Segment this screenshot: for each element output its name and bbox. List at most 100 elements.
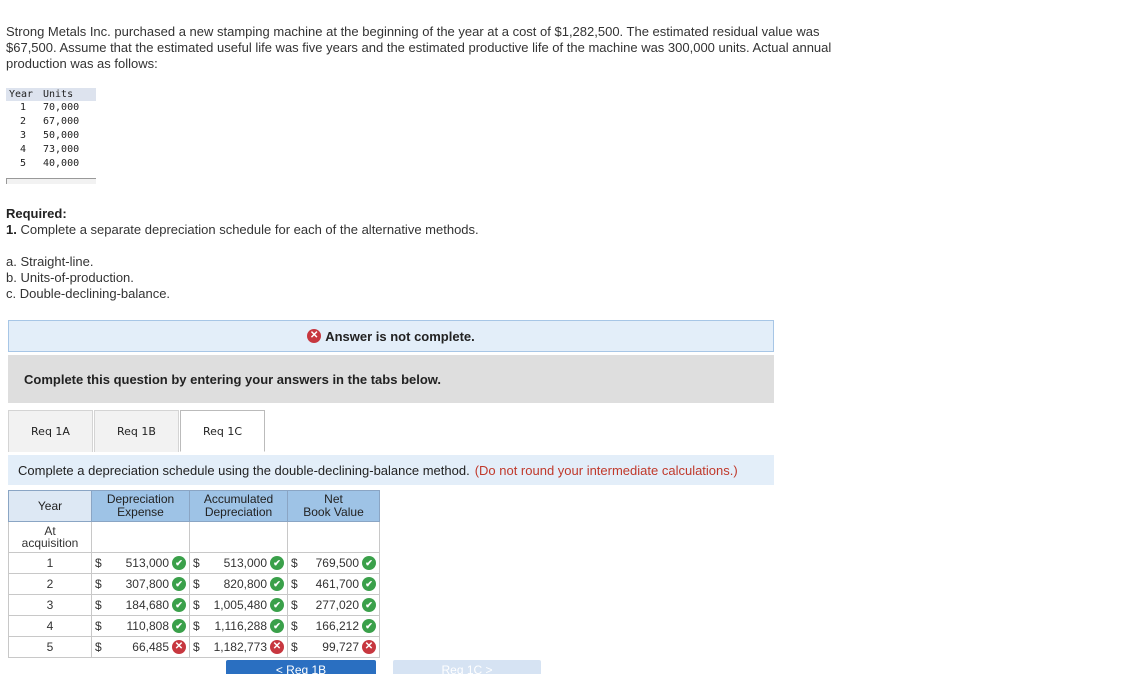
methods-list: a. Straight-line. b. Units-of-production…	[6, 254, 170, 302]
acquisition-label: At acquisition	[8, 521, 92, 553]
schedule-year: 5	[8, 636, 92, 658]
tab-req-1b[interactable]: Req 1B	[94, 410, 179, 452]
accumulated-depreciation-value[interactable]: 820,800	[205, 577, 270, 591]
method-item: c. Double-declining-balance.	[6, 286, 171, 301]
depreciation-expense-value[interactable]: 66,485	[107, 640, 172, 654]
schedule-year: 4	[8, 615, 92, 637]
x-circle-icon: ✕	[307, 329, 322, 343]
tab-instruction: Complete a depreciation schedule using t…	[8, 455, 774, 485]
currency-symbol: $	[291, 577, 298, 591]
net-book-value-field[interactable]: $461,700 ✔	[291, 577, 376, 591]
depreciation-expense-cell: $66,485 ✕	[91, 636, 190, 658]
depreciation-expense-field[interactable]: $184,680 ✔	[95, 598, 186, 612]
units-year: 5	[19, 158, 27, 169]
units-table-scrollbar[interactable]	[6, 178, 96, 184]
accumulated-depreciation-field[interactable]: $1,116,288 ✔	[193, 619, 284, 633]
check-circle-icon: ✔	[172, 619, 186, 633]
units-value: 40,000	[43, 158, 80, 169]
check-circle-icon: ✔	[362, 619, 376, 633]
accumulated-depreciation-cell: $1,116,288 ✔	[189, 615, 288, 637]
units-year: 4	[19, 144, 27, 155]
depreciation-schedule-table: Year Depreciation Expense Accumulated De…	[8, 490, 380, 658]
method-item: a. Straight-line.	[6, 254, 94, 269]
net-book-value-cell: $769,500 ✔	[287, 552, 380, 574]
check-circle-icon: ✔	[362, 556, 376, 570]
check-circle-icon: ✔	[270, 619, 284, 633]
net-book-value-value[interactable]: 99,727	[303, 640, 362, 654]
accumulated-depreciation-value[interactable]: 1,005,480	[205, 598, 270, 612]
depreciation-expense-cell: $513,000 ✔	[91, 552, 190, 574]
schedule-row: 3 $184,680 ✔ $1,005,480 ✔ $277,020 ✔	[8, 594, 380, 616]
schedule-row: 2 $307,800 ✔ $820,800 ✔ $461,700 ✔	[8, 573, 380, 595]
depreciation-expense-value[interactable]: 110,808	[107, 619, 172, 633]
depreciation-expense-cell: $110,808 ✔	[91, 615, 190, 637]
acquisition-dep-cell	[91, 521, 190, 553]
instruction-bar: Complete this question by entering your …	[8, 355, 774, 403]
required-heading: Required:	[6, 206, 67, 221]
net-book-value-field[interactable]: $769,500 ✔	[291, 556, 376, 570]
depreciation-expense-value[interactable]: 307,800	[107, 577, 172, 591]
answer-status-bar: ✕ Answer is not complete.	[8, 320, 774, 352]
currency-symbol: $	[95, 619, 102, 633]
accumulated-depreciation-value[interactable]: 1,116,288	[205, 619, 270, 633]
accumulated-depreciation-field[interactable]: $1,182,773 ✕	[193, 640, 284, 654]
currency-symbol: $	[291, 619, 298, 633]
answer-status-text: Answer is not complete.	[325, 328, 475, 344]
accumulated-depreciation-cell: $1,005,480 ✔	[189, 594, 288, 616]
depreciation-expense-cell: $184,680 ✔	[91, 594, 190, 616]
check-circle-icon: ✔	[172, 598, 186, 612]
header-depreciation-expense: Depreciation Expense	[91, 490, 190, 522]
tab-req-1a[interactable]: Req 1A	[8, 410, 93, 452]
net-book-value-field[interactable]: $166,212 ✔	[291, 619, 376, 633]
units-row: 2 67,000	[6, 115, 96, 129]
acquisition-label-line: acquisition	[21, 536, 79, 550]
net-book-value-value[interactable]: 461,700	[303, 577, 362, 591]
depreciation-expense-field[interactable]: $110,808 ✔	[95, 619, 186, 633]
currency-symbol: $	[193, 556, 200, 570]
accumulated-depreciation-value[interactable]: 1,182,773	[205, 640, 270, 654]
currency-symbol: $	[193, 640, 200, 654]
x-circle-icon: ✕	[270, 640, 284, 654]
net-book-value-field[interactable]: $277,020 ✔	[291, 598, 376, 612]
prev-tab-button[interactable]: < Req 1B	[226, 660, 376, 674]
units-year: 3	[19, 130, 27, 141]
depreciation-expense-field[interactable]: $513,000 ✔	[95, 556, 186, 570]
tab-req-1c[interactable]: Req 1C	[180, 410, 265, 452]
units-year: 1	[19, 102, 27, 113]
currency-symbol: $	[193, 577, 200, 591]
net-book-value-field[interactable]: $99,727 ✕	[291, 640, 376, 654]
currency-symbol: $	[193, 619, 200, 633]
check-circle-icon: ✔	[270, 556, 284, 570]
accumulated-depreciation-value[interactable]: 513,000	[205, 556, 270, 570]
tab-bar: Req 1A Req 1B Req 1C	[8, 410, 266, 452]
check-circle-icon: ✔	[362, 598, 376, 612]
header-net-book-value: Net Book Value	[287, 490, 380, 522]
net-book-value-value[interactable]: 277,020	[303, 598, 362, 612]
header-line: Book Value	[303, 505, 364, 519]
method-item: b. Units-of-production.	[6, 270, 134, 285]
accumulated-depreciation-cell: $513,000 ✔	[189, 552, 288, 574]
units-row: 4 73,000	[6, 143, 96, 157]
check-circle-icon: ✔	[172, 556, 186, 570]
net-book-value-cell: $277,020 ✔	[287, 594, 380, 616]
depreciation-expense-field[interactable]: $66,485 ✕	[95, 640, 186, 654]
header-line: Expense	[117, 505, 164, 519]
net-book-value-value[interactable]: 769,500	[303, 556, 362, 570]
check-circle-icon: ✔	[172, 577, 186, 591]
units-value: 50,000	[43, 130, 80, 141]
net-book-value-value[interactable]: 166,212	[303, 619, 362, 633]
accumulated-depreciation-field[interactable]: $820,800 ✔	[193, 577, 284, 591]
schedule-year: 3	[8, 594, 92, 616]
depreciation-expense-value[interactable]: 184,680	[107, 598, 172, 612]
tab-instruction-text: Complete a depreciation schedule using t…	[18, 462, 470, 478]
depreciation-expense-value[interactable]: 513,000	[107, 556, 172, 570]
depreciation-expense-cell: $307,800 ✔	[91, 573, 190, 595]
acquisition-net-cell	[287, 521, 380, 553]
accumulated-depreciation-field[interactable]: $513,000 ✔	[193, 556, 284, 570]
currency-symbol: $	[95, 577, 102, 591]
depreciation-expense-field[interactable]: $307,800 ✔	[95, 577, 186, 591]
x-circle-icon: ✕	[172, 640, 186, 654]
next-tab-button[interactable]: Req 1C >	[393, 660, 541, 674]
schedule-year: 2	[8, 573, 92, 595]
accumulated-depreciation-field[interactable]: $1,005,480 ✔	[193, 598, 284, 612]
